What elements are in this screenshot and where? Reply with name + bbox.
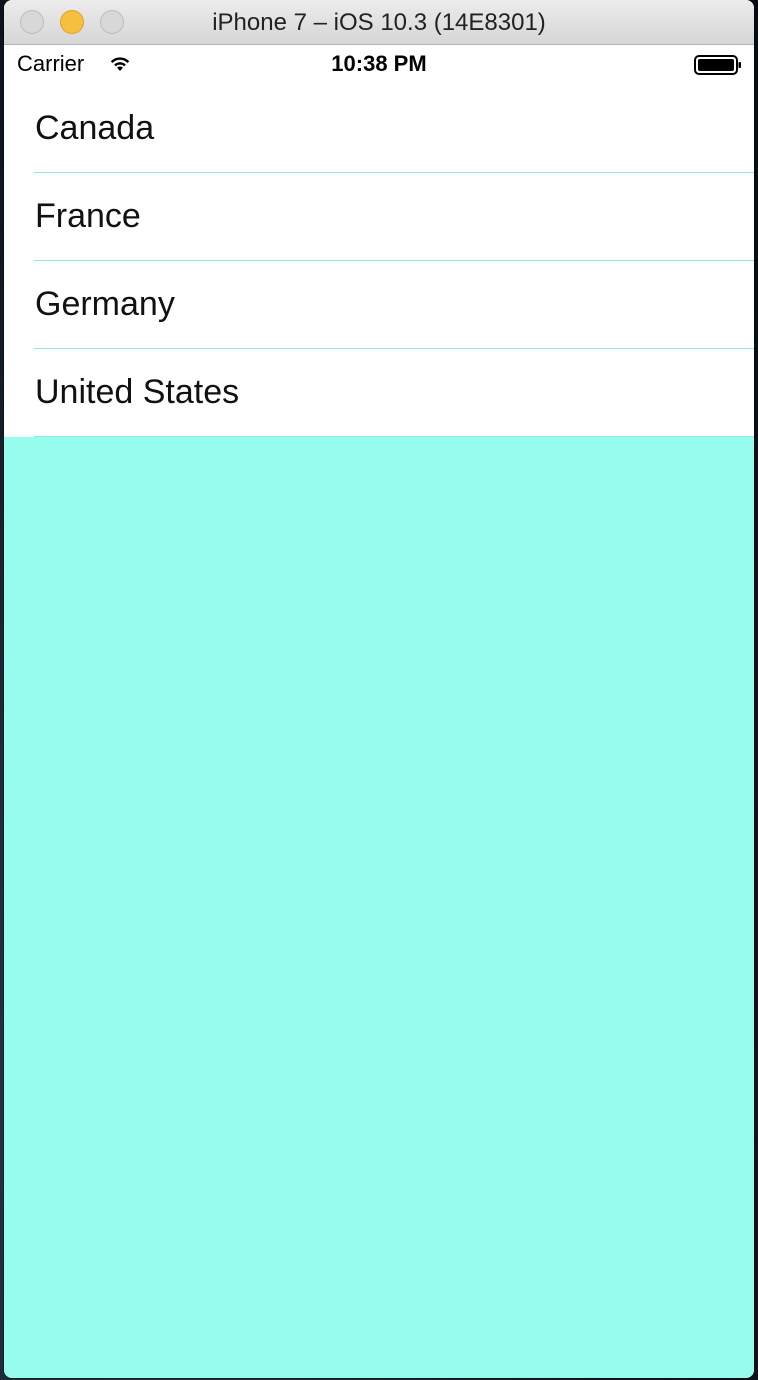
table-row[interactable]: Germany xyxy=(4,261,754,349)
cell-label: Canada xyxy=(35,109,155,147)
device-screen: Carrier 10:38 PM Canada France Germany U… xyxy=(4,45,754,1378)
table-row[interactable]: France xyxy=(4,173,754,261)
cell-label: United States xyxy=(35,373,240,411)
simulator-window: iPhone 7 – iOS 10.3 (14E8301) Carrier 10… xyxy=(4,0,754,1378)
battery-icon xyxy=(694,55,741,75)
cell-label: Germany xyxy=(35,285,175,323)
row-separator xyxy=(34,436,754,437)
window-titlebar[interactable]: iPhone 7 – iOS 10.3 (14E8301) xyxy=(4,0,754,45)
status-time: 10:38 PM xyxy=(331,51,427,76)
table-row[interactable]: United States xyxy=(4,349,754,437)
status-bar: Carrier 10:38 PM xyxy=(4,45,754,85)
table-row[interactable]: Canada xyxy=(4,85,754,173)
window-title: iPhone 7 – iOS 10.3 (14E8301) xyxy=(212,9,546,36)
cell-label: France xyxy=(35,197,141,235)
country-table: Canada France Germany United States xyxy=(4,85,754,437)
